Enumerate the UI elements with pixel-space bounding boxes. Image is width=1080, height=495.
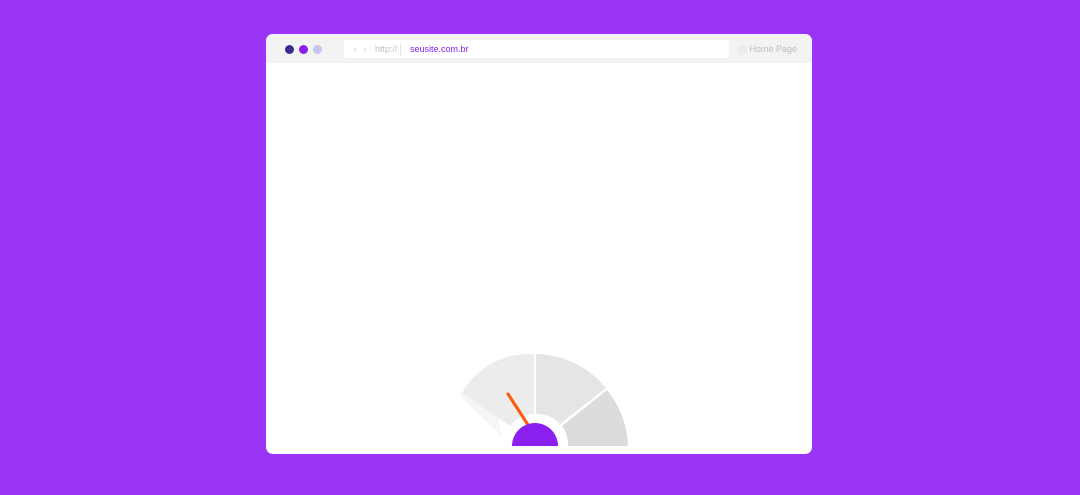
window-minimize-button[interactable]	[299, 45, 308, 54]
browser-window: ‹ › http:// seusite.com.br Home Page	[266, 34, 812, 454]
home-page-link[interactable]: Home Page	[749, 44, 797, 55]
window-close-button[interactable]	[285, 45, 294, 54]
browser-toolbar: ‹ › http:// seusite.com.br Home Page	[266, 34, 812, 63]
speed-gauge	[460, 353, 628, 446]
back-forward-icon[interactable]: ‹ ›	[354, 43, 369, 55]
window-maximize-button[interactable]	[313, 45, 322, 54]
address-divider	[400, 43, 401, 55]
url-text[interactable]: seusite.com.br	[410, 43, 469, 55]
address-bar[interactable]: ‹ › http:// seusite.com.br	[344, 40, 729, 58]
gauge-hub	[512, 423, 558, 446]
home-icon[interactable]	[738, 45, 747, 54]
url-protocol: http://	[375, 44, 398, 54]
